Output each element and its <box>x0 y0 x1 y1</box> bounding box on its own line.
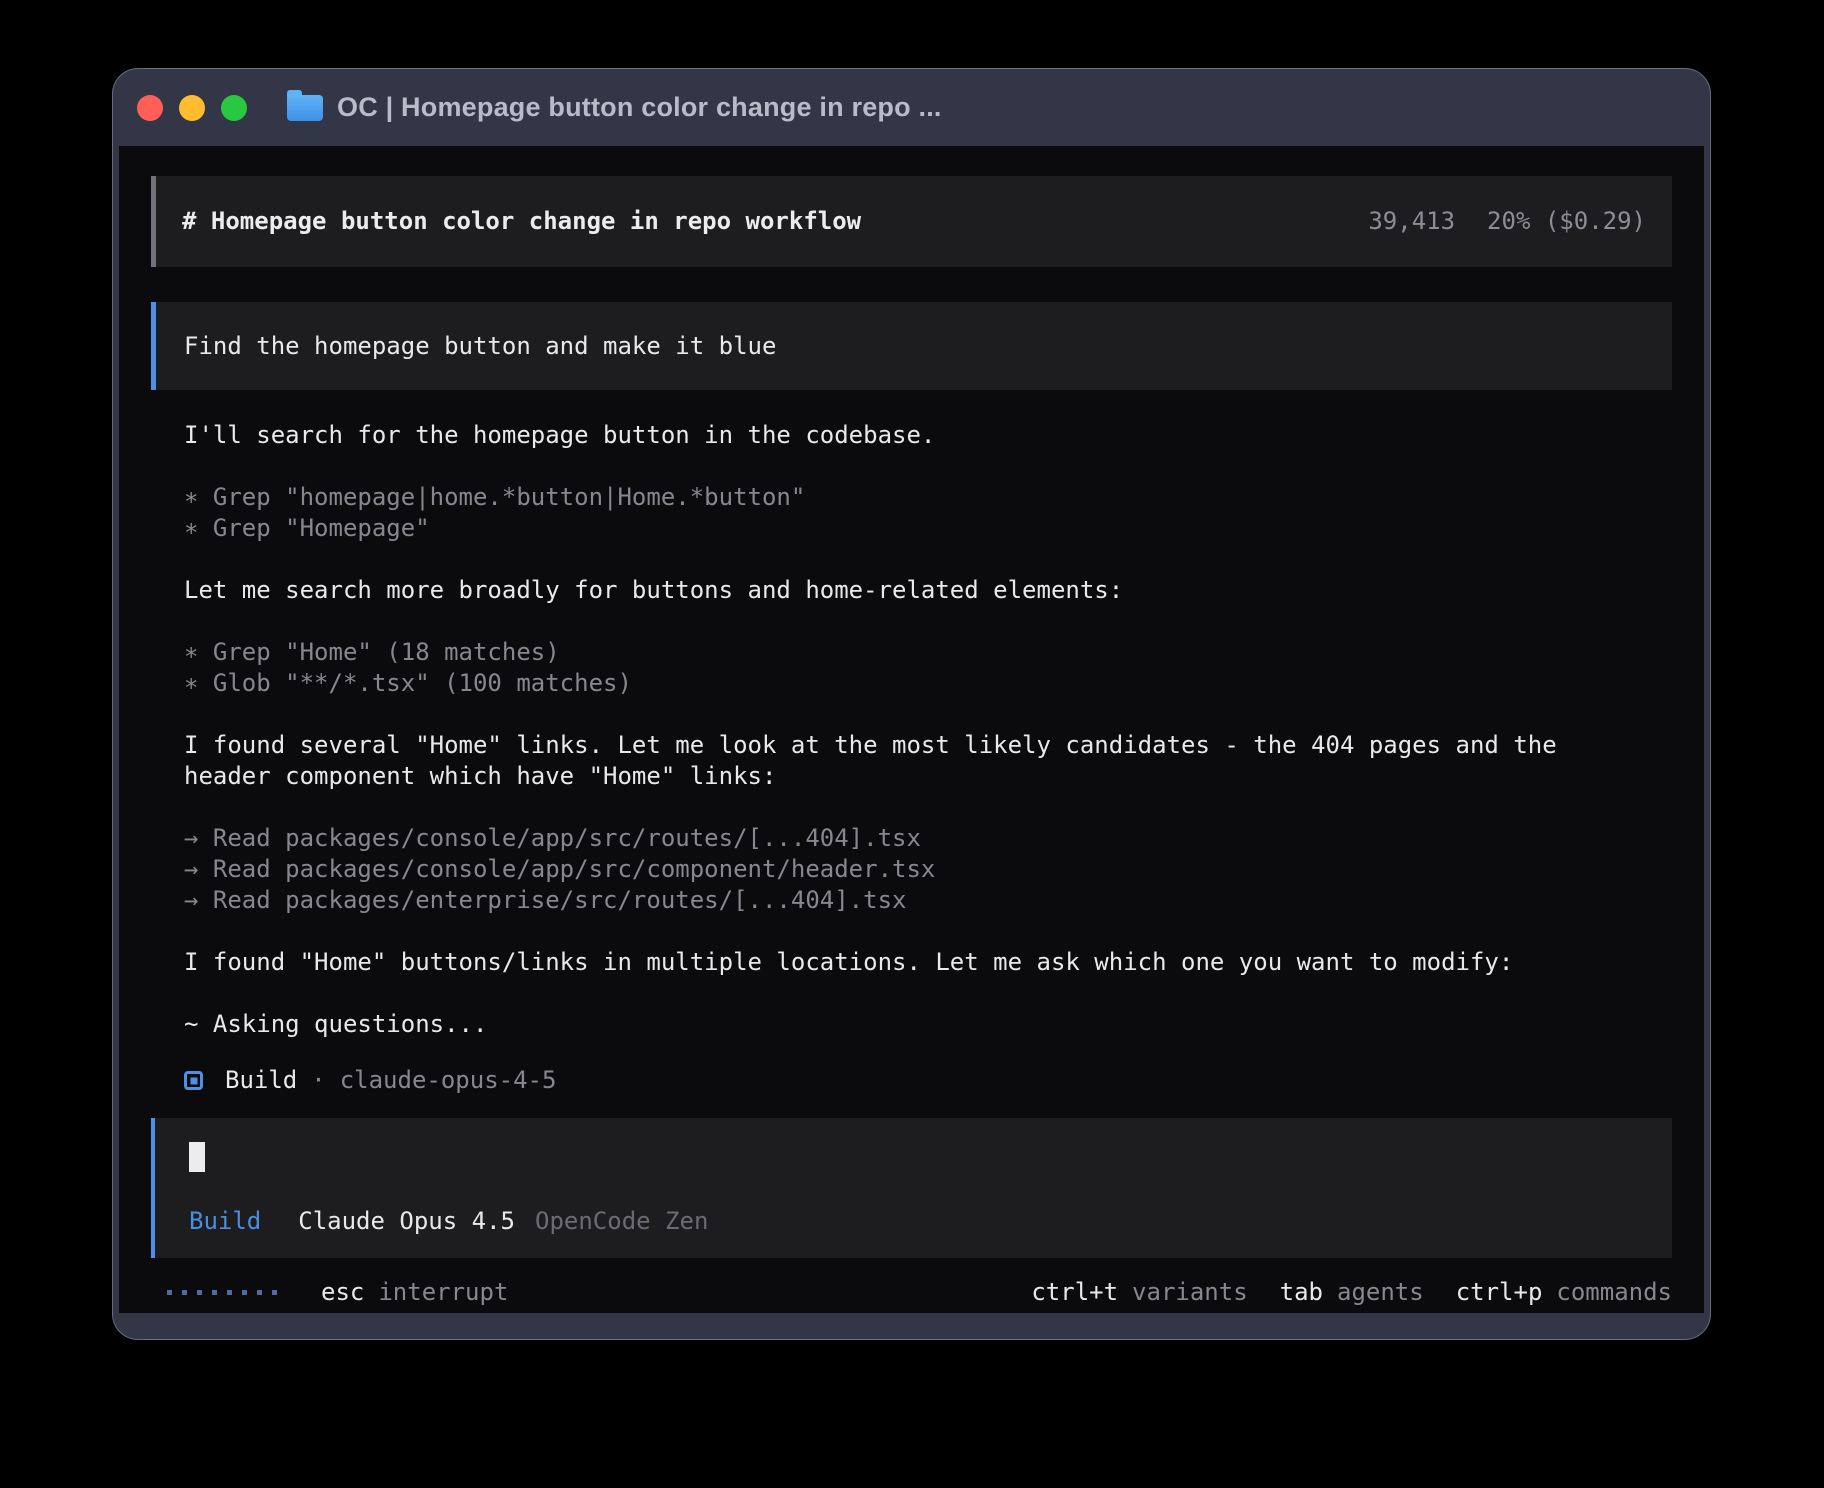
user-message: Find the homepage button and make it blu… <box>151 302 1672 390</box>
assistant-text: Let me search more broadly for buttons a… <box>184 575 1672 606</box>
close-button[interactable] <box>137 95 163 121</box>
zoom-button[interactable] <box>221 95 247 121</box>
agent-model: claude-opus-4-5 <box>340 1065 557 1096</box>
text-cursor <box>189 1142 205 1172</box>
shortcut-agents: tab agents <box>1280 1277 1424 1308</box>
traffic-lights <box>137 95 247 121</box>
assistant-text: I found "Home" buttons/links in multiple… <box>184 947 1672 978</box>
assistant-status: ~ Asking questions... <box>184 1009 1672 1040</box>
tool-call-line: ∗ Grep "homepage|home.*button|Home.*butt… <box>184 482 1672 513</box>
conversation: I'll search for the homepage button in t… <box>151 420 1672 1096</box>
folder-icon <box>287 95 323 121</box>
agent-separator: · <box>311 1065 325 1096</box>
tool-call-line: ∗ Grep "Home" (18 matches) <box>184 637 1672 668</box>
footer-shortcuts: ctrl+t variants tab agents ctrl+p comman… <box>1031 1277 1672 1308</box>
agent-build-icon <box>184 1071 203 1090</box>
provider-label: OpenCode Zen <box>535 1206 708 1237</box>
agent-name: Build <box>225 1065 297 1096</box>
tool-call-line: → Read packages/enterprise/src/routes/[.… <box>184 885 1672 916</box>
tool-calls-grep-glob: ∗ Grep "Home" (18 matches) ∗ Glob "**/*.… <box>184 637 1672 699</box>
user-message-text: Find the homepage button and make it blu… <box>184 331 776 362</box>
terminal-content: # Homepage button color change in repo w… <box>119 146 1704 1313</box>
minimize-button[interactable] <box>179 95 205 121</box>
tool-call-line: ∗ Glob "**/*.tsx" (100 matches) <box>184 668 1672 699</box>
mode-label: Build <box>189 1206 261 1237</box>
session-header: # Homepage button color change in repo w… <box>151 176 1672 267</box>
context-cost: 20% ($0.29) <box>1487 206 1646 237</box>
interrupt-key: esc <box>321 1277 364 1308</box>
tool-calls-grep: ∗ Grep "homepage|home.*button|Home.*butt… <box>184 482 1672 544</box>
footer-left: esc interrupt <box>151 1277 508 1308</box>
tool-call-line: → Read packages/console/app/src/componen… <box>184 854 1672 885</box>
tool-call-line: ∗ Grep "Homepage" <box>184 513 1672 544</box>
input-status-row: Build Claude Opus 4.5 OpenCode Zen <box>189 1206 1672 1237</box>
title-bar: OC | Homepage button color change in rep… <box>113 69 1710 146</box>
agent-status-row: Build · claude-opus-4-5 <box>184 1065 1672 1096</box>
assistant-text: I found several "Home" links. Let me loo… <box>184 730 1672 792</box>
tool-calls-read: → Read packages/console/app/src/routes/[… <box>184 823 1672 916</box>
session-title: # Homepage button color change in repo w… <box>182 206 861 237</box>
model-label: Claude Opus 4.5 <box>298 1206 515 1237</box>
status-footer: esc interrupt ctrl+t variants tab agents… <box>151 1277 1672 1308</box>
tool-call-line: → Read packages/console/app/src/routes/[… <box>184 823 1672 854</box>
terminal-window: OC | Homepage button color change in rep… <box>112 68 1711 1340</box>
working-spinner-dots <box>167 1290 277 1295</box>
interrupt-label: interrupt <box>378 1277 508 1308</box>
token-count: 39,413 <box>1368 206 1455 237</box>
shortcut-commands: ctrl+p commands <box>1456 1277 1672 1308</box>
assistant-text: I'll search for the homepage button in t… <box>184 420 1672 451</box>
prompt-input[interactable]: Build Claude Opus 4.5 OpenCode Zen <box>151 1118 1672 1258</box>
window-title: OC | Homepage button color change in rep… <box>337 92 942 123</box>
shortcut-variants: ctrl+t variants <box>1031 1277 1247 1308</box>
session-stats: 39,413 20% ($0.29) <box>1368 206 1646 237</box>
